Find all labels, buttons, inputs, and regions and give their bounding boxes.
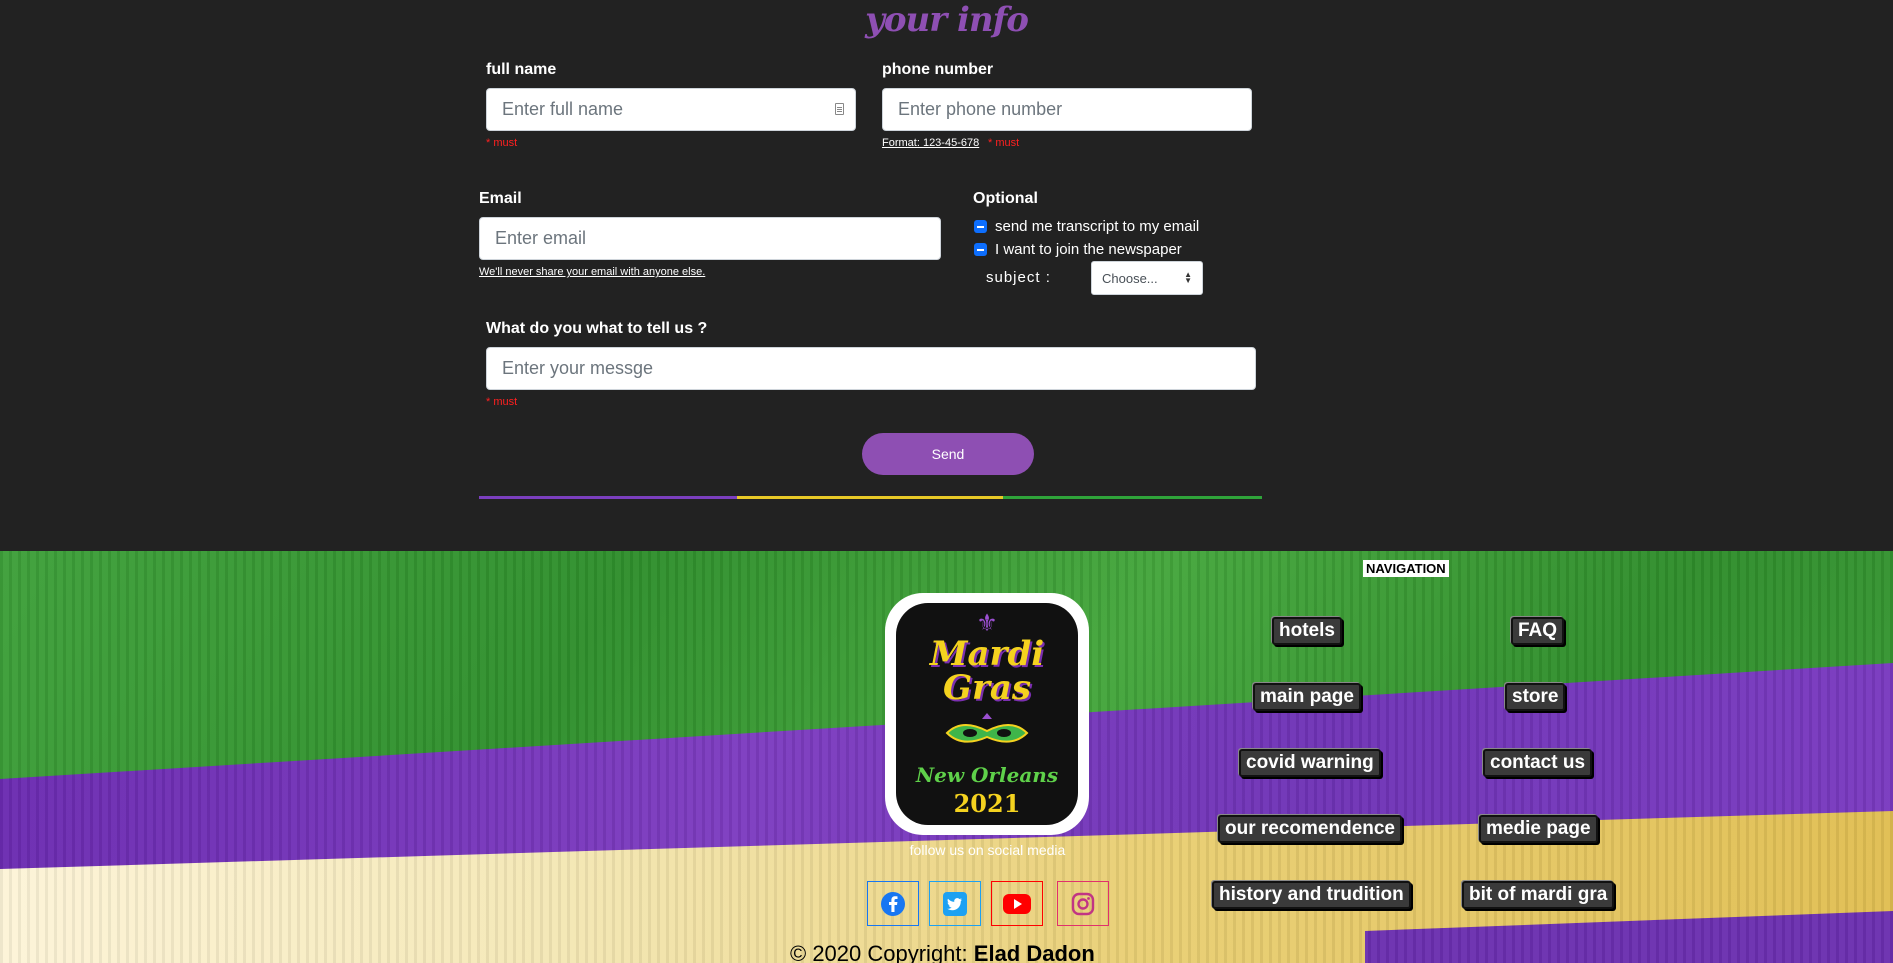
send-button[interactable]: Send bbox=[862, 433, 1034, 475]
twitter-icon bbox=[943, 891, 967, 916]
logo-badge: ⚜ Mardi Gras New Orleans 2021 bbox=[896, 603, 1078, 825]
select-arrows-icon: ▲ ▼ bbox=[1184, 270, 1192, 285]
facebook-link[interactable] bbox=[867, 881, 919, 926]
optional-label: Optional bbox=[973, 190, 1038, 207]
divider-green bbox=[1003, 496, 1262, 499]
logo-title: Mardi Gras bbox=[929, 634, 1045, 708]
logo-year: 2021 bbox=[953, 789, 1021, 818]
youtube-link[interactable] bbox=[991, 881, 1043, 926]
navigation-title: NAVIGATION bbox=[1363, 560, 1449, 577]
email-input[interactable] bbox=[479, 217, 941, 260]
mardi-gras-logo: ⚜ Mardi Gras New Orleans 2021 bbox=[885, 593, 1089, 835]
nav-link-medie-page[interactable]: medie page bbox=[1479, 815, 1598, 843]
phone-must: * must bbox=[988, 137, 1020, 149]
nav-link-contact-us[interactable]: contact us bbox=[1483, 749, 1593, 777]
email-hint: We'll never share your email with anyone… bbox=[479, 266, 706, 278]
full-name-input[interactable] bbox=[486, 88, 856, 131]
footer: NAVIGATION hotels main page covid warnin… bbox=[0, 551, 1893, 963]
nav-link-main-page[interactable]: main page bbox=[1253, 683, 1361, 711]
subject-select[interactable]: Choose... ▲ ▼ bbox=[1091, 261, 1203, 295]
nav-link-faq[interactable]: FAQ bbox=[1511, 617, 1565, 645]
contact-card-icon bbox=[835, 103, 844, 115]
subject-select-value: Choose... bbox=[1102, 270, 1158, 286]
full-name-must: * must bbox=[486, 137, 518, 149]
contact-form-section: your info full name * must phone number … bbox=[0, 0, 1893, 551]
carnival-mask-icon bbox=[945, 713, 1029, 743]
divider-purple bbox=[479, 496, 737, 499]
nav-link-covid-warning[interactable]: covid warning bbox=[1239, 749, 1381, 777]
form-title: your info bbox=[865, 0, 1029, 40]
phone-input[interactable] bbox=[882, 88, 1252, 131]
instagram-icon bbox=[1071, 892, 1095, 915]
transcript-checkbox[interactable] bbox=[974, 220, 987, 233]
logo-city: New Orleans bbox=[915, 763, 1059, 787]
copyright-author: Elad Dadon bbox=[973, 941, 1095, 963]
phone-label: phone number bbox=[882, 61, 994, 78]
transcript-checkbox-label: send me transcript to my email bbox=[995, 218, 1200, 235]
nav-link-history[interactable]: history and trudition bbox=[1212, 881, 1411, 909]
nav-link-store[interactable]: store bbox=[1505, 683, 1566, 711]
twitter-link[interactable] bbox=[929, 881, 981, 926]
nav-link-hotels[interactable]: hotels bbox=[1272, 617, 1342, 645]
message-input[interactable] bbox=[486, 347, 1256, 390]
copyright-text: © 2020 Copyright: Elad Dadon bbox=[790, 941, 1095, 963]
subject-label: subject : bbox=[986, 269, 1051, 286]
facebook-icon bbox=[881, 891, 905, 916]
email-label: Email bbox=[479, 190, 522, 207]
nav-link-our-recomendence[interactable]: our recomendence bbox=[1218, 815, 1402, 843]
message-must: * must bbox=[486, 396, 518, 408]
follow-us-text: follow us on social media bbox=[909, 842, 1066, 858]
divider-gold bbox=[737, 496, 1003, 499]
nav-link-bit-of-mardi-gra[interactable]: bit of mardi gra bbox=[1462, 881, 1615, 909]
instagram-link[interactable] bbox=[1057, 881, 1109, 926]
youtube-icon bbox=[1003, 893, 1031, 914]
newspaper-checkbox-label: I want to join the newspaper bbox=[995, 241, 1182, 258]
newspaper-checkbox[interactable] bbox=[974, 243, 987, 256]
full-name-label: full name bbox=[486, 61, 557, 78]
message-label: What do you what to tell us ? bbox=[486, 320, 708, 337]
phone-format-hint: Format: 123-45-678 bbox=[882, 137, 980, 149]
